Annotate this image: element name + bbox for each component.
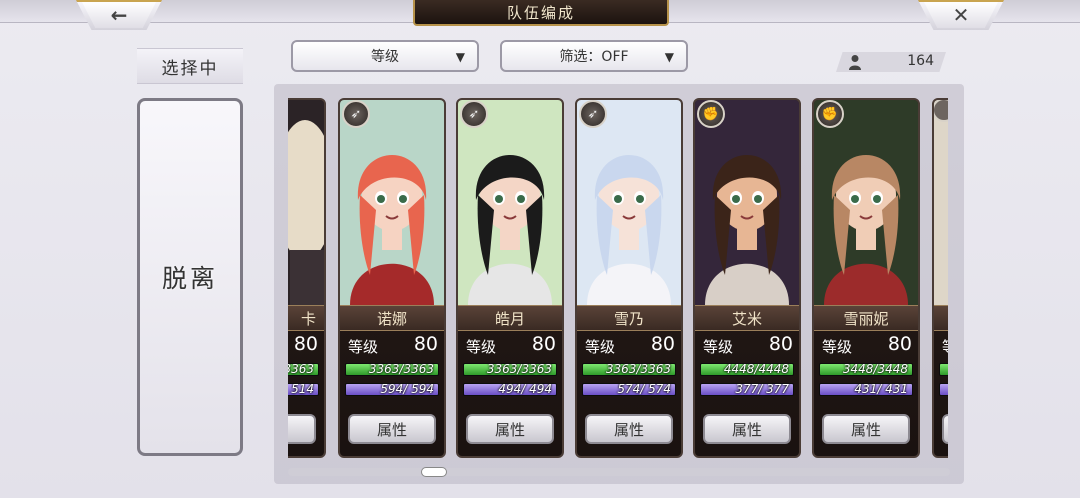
character-card[interactable]: ✊ 雪丽妮 等级 80 3448/3448 431/ 431 属性 [812, 98, 920, 458]
bow-icon: ➶ [579, 100, 607, 128]
character-level: 80 [293, 333, 318, 355]
unit-count: 164 [907, 53, 934, 69]
sp-bar: 574/ 574 [582, 383, 676, 396]
character-name: 卡 [300, 309, 316, 328]
attribute-button[interactable]: 属性 [585, 414, 673, 444]
level-label: 等级 [466, 338, 497, 356]
level-label: 等级 [348, 338, 379, 356]
character-card[interactable]: ➶ 皓月 等级 80 3363/3363 494/ 494 属性 [456, 98, 564, 458]
attribute-button[interactable]: 属性 [703, 414, 791, 444]
sp-bar: 494/ 494 [463, 383, 557, 396]
character-name: 诺娜 [376, 309, 407, 328]
hp-value: 3363/3363 [486, 363, 552, 376]
sp-value: 594/ 594 [380, 383, 434, 396]
hp-bar: 3363/3363 [345, 363, 439, 376]
character-portrait [288, 100, 324, 305]
sp-value: 377/ 377 [735, 383, 789, 396]
attribute-button-label: 属性 [376, 420, 407, 439]
sort-select-value: 等级 [371, 49, 399, 65]
hp-value: 4448/4448 [723, 363, 789, 376]
attribute-button[interactable]: 属性 [822, 414, 910, 444]
attribute-button-label: 属性 [850, 420, 881, 439]
sp-bar: 377/ 377 [700, 383, 794, 396]
sort-select[interactable]: 等级 ▼ [291, 40, 479, 72]
back-button[interactable]: ← [76, 0, 162, 30]
sp-value: 514 [291, 383, 314, 396]
attribute-button[interactable]: 属性 [466, 414, 554, 444]
person-icon [849, 55, 861, 70]
hp-bar: 3363/3363 [463, 363, 557, 376]
attribute-button[interactable] [288, 414, 316, 444]
attribute-button-label: 属性 [731, 420, 762, 439]
character-name: 雪乃 [613, 309, 644, 328]
character-portrait [577, 100, 681, 305]
character-level: 80 [887, 333, 912, 355]
character-level: 80 [531, 333, 556, 355]
hp-bar: 3448/3448 [819, 363, 913, 376]
sp-bar: 594/ 594 [345, 383, 439, 396]
sp-value: 494/ 494 [498, 383, 552, 396]
character-portrait [340, 100, 444, 305]
character-name: 雪丽妮 [843, 309, 889, 328]
character-portrait [814, 100, 918, 305]
character-portrait [934, 100, 948, 305]
level-label: 等级 [703, 338, 734, 356]
attribute-button[interactable] [942, 414, 948, 444]
attribute-button[interactable]: 属性 [348, 414, 436, 444]
close-button[interactable]: ✕ [918, 0, 1004, 30]
filter-select[interactable]: 筛选：OFF ▼ [500, 40, 688, 72]
character-name: 艾米 [731, 309, 762, 328]
fist-icon: ✊ [697, 100, 725, 128]
hp-value: 3363/3363 [368, 363, 434, 376]
scrollbar-thumb[interactable] [421, 467, 447, 477]
character-level: 80 [650, 333, 675, 355]
detach-button[interactable]: 脱离 [137, 98, 243, 456]
character-card-partial-left[interactable]: 卡 80 3363 514 [288, 98, 326, 458]
character-name: 皓月 [494, 309, 525, 328]
hp-value: 3448/3448 [842, 363, 908, 376]
level-label: 等级 [585, 338, 616, 356]
chevron-down-icon: ▼ [664, 50, 674, 64]
attribute-button-label: 属性 [494, 420, 525, 439]
character-portrait [695, 100, 799, 305]
horizontal-scrollbar[interactable] [288, 468, 950, 476]
chevron-down-icon: ▼ [455, 50, 465, 64]
fist-icon: ✊ [816, 100, 844, 128]
attribute-button-label: 属性 [613, 420, 644, 439]
back-arrow-icon: ← [110, 3, 128, 27]
close-icon: ✕ [952, 3, 970, 27]
character-card[interactable]: ✊ 艾米 等级 80 4448/4448 377/ 377 属性 [693, 98, 801, 458]
hp-value: 3363/3363 [605, 363, 671, 376]
character-card[interactable]: ➶ 诺娜 等级 80 3363/3363 594/ 594 属性 [338, 98, 446, 458]
detach-label: 脱离 [161, 264, 218, 293]
hp-bar: 4448/4448 [700, 363, 794, 376]
filter-select-value: 筛选：OFF [559, 49, 629, 65]
sp-value: 431/ 431 [854, 383, 908, 396]
character-card[interactable]: ➶ 雪乃 等级 80 3363/3363 574/ 574 属性 [575, 98, 683, 458]
character-card-partial-right[interactable]: 等 [932, 98, 948, 458]
sp-bar: 431/ 431 [819, 383, 913, 396]
unit-count-badge: 164 [836, 52, 946, 72]
character-level: 80 [768, 333, 793, 355]
character-portrait [458, 100, 562, 305]
hp-bar: 3363/3363 [582, 363, 676, 376]
page-title: 队伍编成 [413, 0, 669, 26]
character-level: 80 [413, 333, 438, 355]
level-label: 等级 [822, 338, 853, 356]
hp-value: 3363 [288, 363, 314, 376]
sp-value: 574/ 574 [617, 383, 671, 396]
bow-icon: ➶ [460, 100, 488, 128]
selecting-label: 选择中 [137, 48, 243, 84]
bow-icon: ➶ [342, 100, 370, 128]
level-label: 等 [942, 336, 948, 357]
